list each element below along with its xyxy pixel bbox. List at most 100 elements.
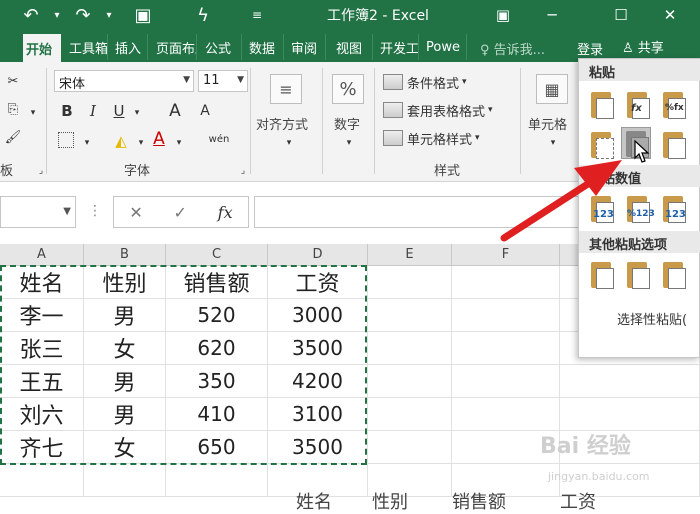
table-cell[interactable]: 3500 <box>268 431 368 464</box>
maximize-icon[interactable]: ☐ <box>606 2 636 28</box>
cut-icon[interactable]: ✂ <box>4 72 22 90</box>
fill-color-dropdown-icon[interactable]: ▾ <box>132 134 150 152</box>
table-cell[interactable] <box>368 299 452 332</box>
column-header[interactable]: A <box>0 244 84 266</box>
table-cell[interactable] <box>368 266 452 299</box>
font-color-button[interactable]: A <box>150 129 168 149</box>
table-cell[interactable] <box>368 431 452 464</box>
table-cell[interactable]: 张三 <box>0 332 84 365</box>
tell-me-search[interactable]: ♀ 告诉我... <box>480 39 545 58</box>
login-link[interactable]: 登录 <box>577 39 603 58</box>
table-cell[interactable]: 男 <box>84 398 166 431</box>
cells-dropdown-icon[interactable]: ▾ <box>544 134 562 152</box>
cells-icon[interactable]: ▦ <box>536 74 568 104</box>
table-cell[interactable]: 3000 <box>268 299 368 332</box>
copy-dropdown-icon[interactable]: ▾ <box>24 104 42 122</box>
percent-icon[interactable]: % <box>332 74 364 104</box>
table-cell[interactable]: 齐七 <box>0 431 84 464</box>
insert-function-icon[interactable]: fx <box>218 203 233 222</box>
tab-developer[interactable]: 开发工具 <box>377 34 419 60</box>
cancel-icon[interactable]: ✕ <box>129 203 142 222</box>
paste-formulas-number-format-icon[interactable]: %fx <box>659 89 689 121</box>
table-cell[interactable]: 姓名 <box>0 266 84 299</box>
undo-icon[interactable]: ↶ <box>18 3 44 27</box>
paste-picture-icon[interactable] <box>659 259 689 291</box>
phonetic-button[interactable]: wén <box>206 130 232 148</box>
paste-transpose-icon[interactable] <box>659 129 689 161</box>
column-header[interactable]: F <box>452 244 560 266</box>
underline-dropdown-icon[interactable]: ▾ <box>128 104 146 122</box>
bottom-cell-name[interactable]: 姓名 <box>296 488 332 514</box>
font-name-select[interactable]: 宋体 ▼ <box>54 70 194 92</box>
borders-dropdown-icon[interactable]: ▾ <box>78 134 96 152</box>
enter-icon[interactable]: ✓ <box>174 203 187 222</box>
table-cell[interactable]: 520 <box>166 299 268 332</box>
table-cell[interactable] <box>368 365 452 398</box>
shrink-font-button[interactable]: A <box>196 102 214 120</box>
table-cell[interactable] <box>560 365 700 398</box>
number-button[interactable]: 数字 <box>334 114 360 133</box>
table-cell[interactable]: 650 <box>166 431 268 464</box>
tab-view[interactable]: 视图 <box>333 34 373 60</box>
table-cell[interactable] <box>452 365 560 398</box>
table-cell[interactable]: 410 <box>166 398 268 431</box>
table-cell[interactable] <box>0 464 84 497</box>
italic-button[interactable]: I <box>84 102 102 120</box>
paste-values-icon[interactable]: 123 <box>587 193 617 225</box>
table-cell[interactable] <box>452 332 560 365</box>
table-cell[interactable] <box>368 398 452 431</box>
conditional-format-button[interactable]: 条件格式 ▾ <box>383 72 467 92</box>
tab-power[interactable]: Powe <box>423 34 467 60</box>
tab-formulas[interactable]: 公式 <box>202 34 242 60</box>
tab-review[interactable]: 审阅 <box>288 34 326 60</box>
table-cell[interactable]: 男 <box>84 365 166 398</box>
table-cell[interactable]: 4200 <box>268 365 368 398</box>
column-header[interactable]: D <box>268 244 368 266</box>
table-cell[interactable] <box>166 464 268 497</box>
table-cell[interactable]: 王五 <box>0 365 84 398</box>
cells-button[interactable]: 单元格 <box>528 114 567 133</box>
paste-link-icon[interactable] <box>623 259 653 291</box>
bottom-cell-sales[interactable]: 销售额 <box>452 488 506 514</box>
tab-toolbox[interactable]: 工具箱 <box>66 34 108 60</box>
bold-button[interactable]: B <box>58 102 76 120</box>
table-cell[interactable]: 女 <box>84 332 166 365</box>
tab-data[interactable]: 数据 <box>246 34 284 60</box>
table-cell[interactable]: 销售额 <box>166 266 268 299</box>
alignment-button[interactable]: 对齐方式 <box>256 114 308 133</box>
alignment-icon[interactable]: ≡ <box>270 74 302 104</box>
copy-icon[interactable]: ⎘ <box>4 100 22 118</box>
column-header[interactable]: C <box>166 244 268 266</box>
format-painter-icon[interactable]: 🖌 <box>4 128 22 146</box>
tab-insert[interactable]: 插入 <box>112 34 148 60</box>
font-size-select[interactable]: 11 ▼ <box>198 70 248 92</box>
table-cell[interactable]: 女 <box>84 431 166 464</box>
column-header[interactable]: E <box>368 244 452 266</box>
drag-handle-icon[interactable]: ⋮ <box>88 203 102 219</box>
clipboard-launcher-icon[interactable]: ⌟ <box>32 162 50 180</box>
bottom-cell-gender[interactable]: 性别 <box>372 488 408 514</box>
column-header[interactable]: B <box>84 244 166 266</box>
minimize-icon[interactable]: ─ <box>537 2 567 28</box>
table-cell[interactable] <box>368 332 452 365</box>
brush-icon[interactable]: ϟ <box>190 3 216 27</box>
fill-color-icon[interactable]: ◭ <box>112 132 130 150</box>
table-cell[interactable]: 李一 <box>0 299 84 332</box>
table-cell[interactable] <box>84 464 166 497</box>
undo-dropdown-icon[interactable]: ▾ <box>44 3 70 27</box>
borders-icon[interactable] <box>58 132 74 148</box>
customize-icon[interactable]: ≡ <box>244 3 270 27</box>
close-icon[interactable]: ✕ <box>655 2 685 28</box>
table-cell[interactable]: 性别 <box>84 266 166 299</box>
table-cell[interactable] <box>452 299 560 332</box>
paste-formatting-icon[interactable] <box>587 259 617 291</box>
tab-home[interactable]: 开始 <box>23 34 61 62</box>
table-cell[interactable]: 3500 <box>268 332 368 365</box>
table-cell[interactable]: 男 <box>84 299 166 332</box>
underline-button[interactable]: U <box>110 102 128 120</box>
font-color-dropdown-icon[interactable]: ▾ <box>170 134 188 152</box>
redo-dropdown-icon[interactable]: ▾ <box>96 3 122 27</box>
table-cell[interactable]: 350 <box>166 365 268 398</box>
name-box[interactable]: ▼ <box>0 196 76 228</box>
alignment-dropdown-icon[interactable]: ▾ <box>280 134 298 152</box>
